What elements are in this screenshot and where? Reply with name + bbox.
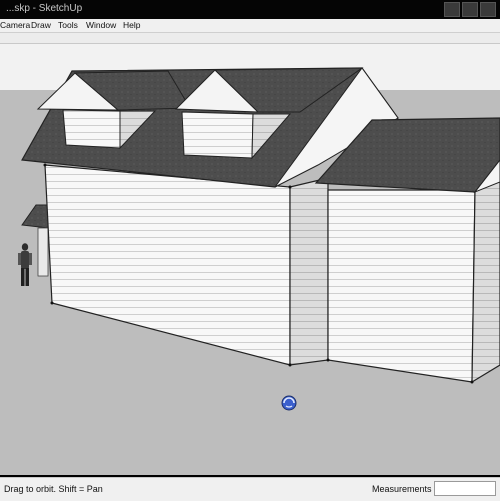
porch-wall <box>37 227 49 277</box>
model-viewport[interactable] <box>0 44 500 475</box>
main-side-wall <box>289 177 329 366</box>
menu-window[interactable]: Window <box>86 19 116 32</box>
measurements-input[interactable] <box>434 481 496 496</box>
status-bar: Drag to orbit. Shift = Pan Measurements <box>0 477 500 501</box>
minimize-button[interactable] <box>444 2 460 17</box>
wing-side-wall <box>471 179 500 384</box>
menu-help[interactable]: Help <box>123 19 140 32</box>
menu-bar: Camera Draw Tools Window Help <box>0 19 500 33</box>
title-bar: ...skp - SketchUp <box>0 0 500 19</box>
house-model <box>0 44 500 475</box>
window-title: ...skp - SketchUp <box>6 3 83 14</box>
wing-front-wall <box>327 189 476 383</box>
menu-draw[interactable]: Draw <box>31 19 51 32</box>
menu-tools[interactable]: Tools <box>58 19 78 32</box>
window-controls <box>444 2 496 17</box>
orbit-cursor-icon <box>281 395 297 411</box>
close-button[interactable] <box>480 2 496 17</box>
dormer-2-front <box>181 111 254 159</box>
measurements-label: Measurements <box>372 484 432 494</box>
dormer-1-front <box>62 109 121 149</box>
maximize-button[interactable] <box>462 2 478 17</box>
toolbar <box>0 33 500 44</box>
menu-camera[interactable]: Camera <box>0 19 30 32</box>
status-hint: Drag to orbit. Shift = Pan <box>4 484 103 494</box>
